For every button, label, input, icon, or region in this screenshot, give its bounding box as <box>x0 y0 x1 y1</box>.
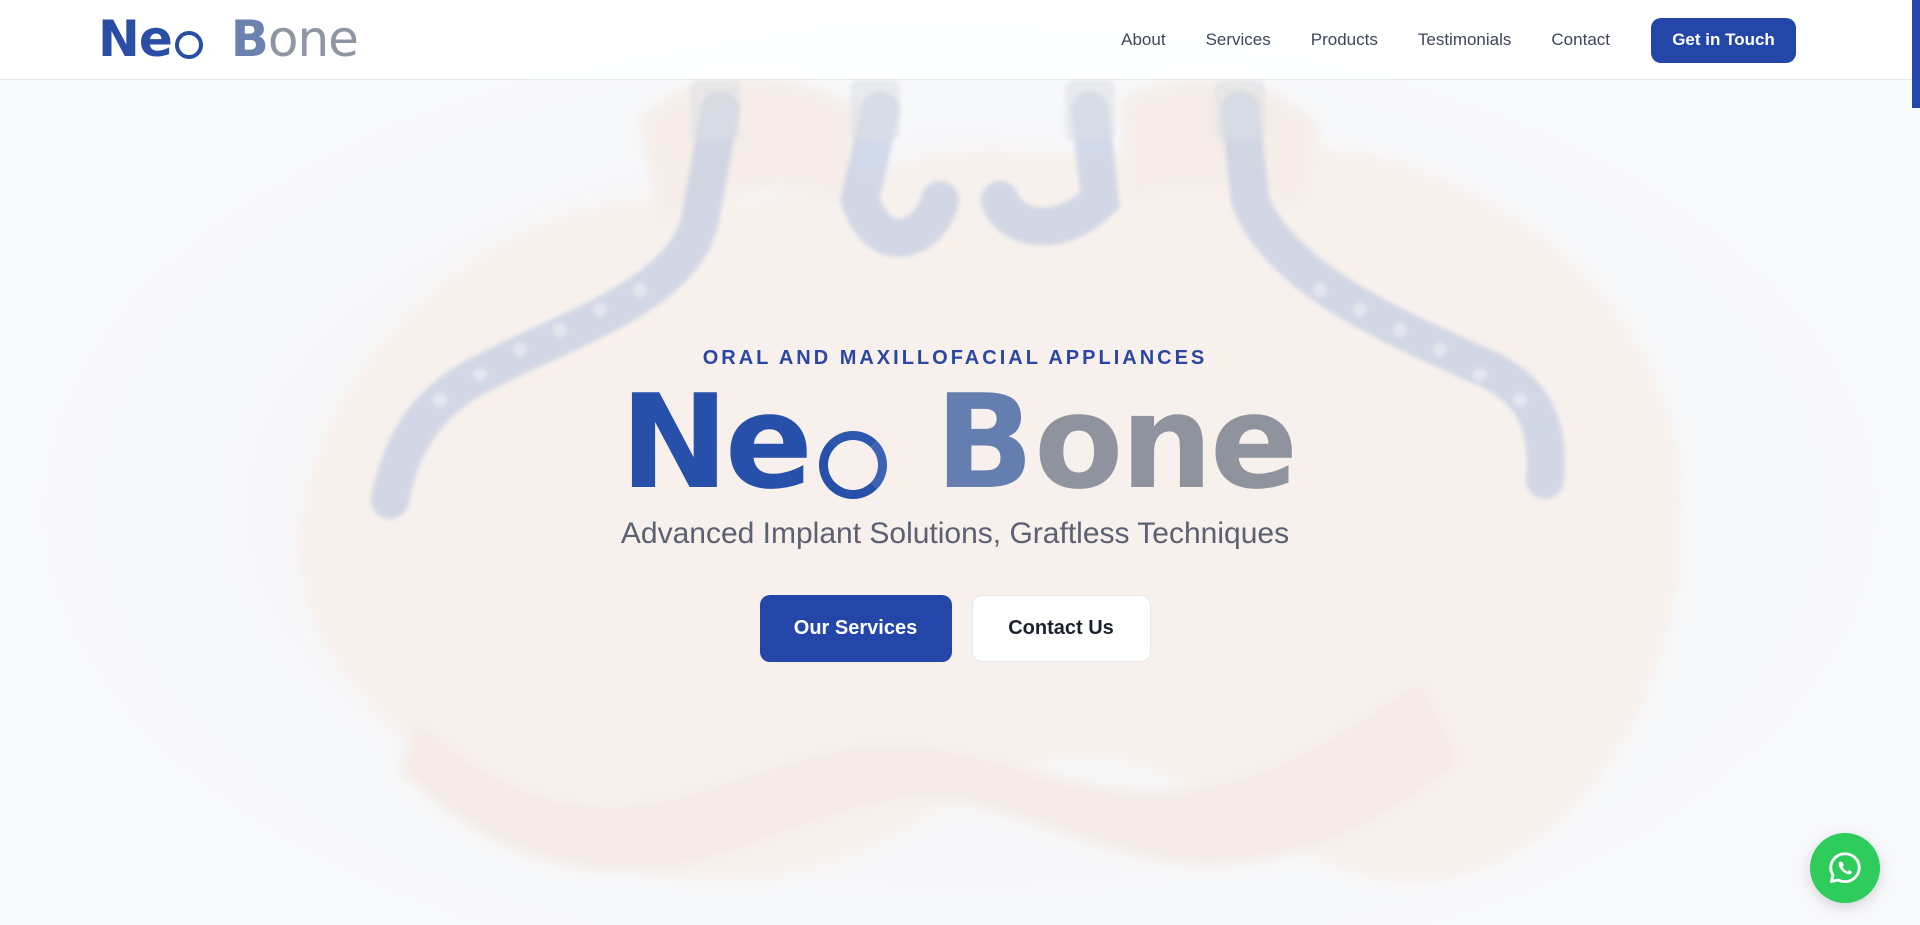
logo-text-ne: Ne <box>98 10 173 68</box>
hero-logo-text-ne: Ne <box>620 366 813 518</box>
site-header: Ne B one About Services Products Testimo… <box>0 0 1920 80</box>
hero-logo-ring-icon <box>818 431 887 499</box>
nav-contact[interactable]: Contact <box>1551 30 1610 50</box>
logo-text-b: B <box>230 10 269 68</box>
hero-button-group: Our Services Contact Us <box>0 595 1910 662</box>
site-logo[interactable]: Ne B one <box>98 10 359 68</box>
nav-services[interactable]: Services <box>1206 30 1271 50</box>
hero-logo-text-b: B <box>934 366 1035 518</box>
our-services-button[interactable]: Our Services <box>759 595 952 662</box>
logo-text-one: one <box>267 10 359 68</box>
whatsapp-button[interactable] <box>1810 833 1880 903</box>
nav-products[interactable]: Products <box>1311 30 1378 50</box>
get-in-touch-button[interactable]: Get in Touch <box>1651 17 1796 63</box>
contact-us-button[interactable]: Contact Us <box>971 595 1151 662</box>
hero-logo: Ne B one <box>620 377 1298 507</box>
nav-testimonials[interactable]: Testimonials <box>1418 30 1512 50</box>
hero-logo-text-one: one <box>1034 366 1298 518</box>
nav-about[interactable]: About <box>1121 30 1165 50</box>
whatsapp-icon <box>1829 852 1861 884</box>
main-nav: About Services Products Testimonials Con… <box>1121 17 1796 63</box>
hero-tagline: Advanced Implant Solutions, Graftless Te… <box>620 517 1290 550</box>
logo-ring-icon <box>174 31 203 59</box>
scrollbar-thumb[interactable] <box>1912 0 1920 108</box>
